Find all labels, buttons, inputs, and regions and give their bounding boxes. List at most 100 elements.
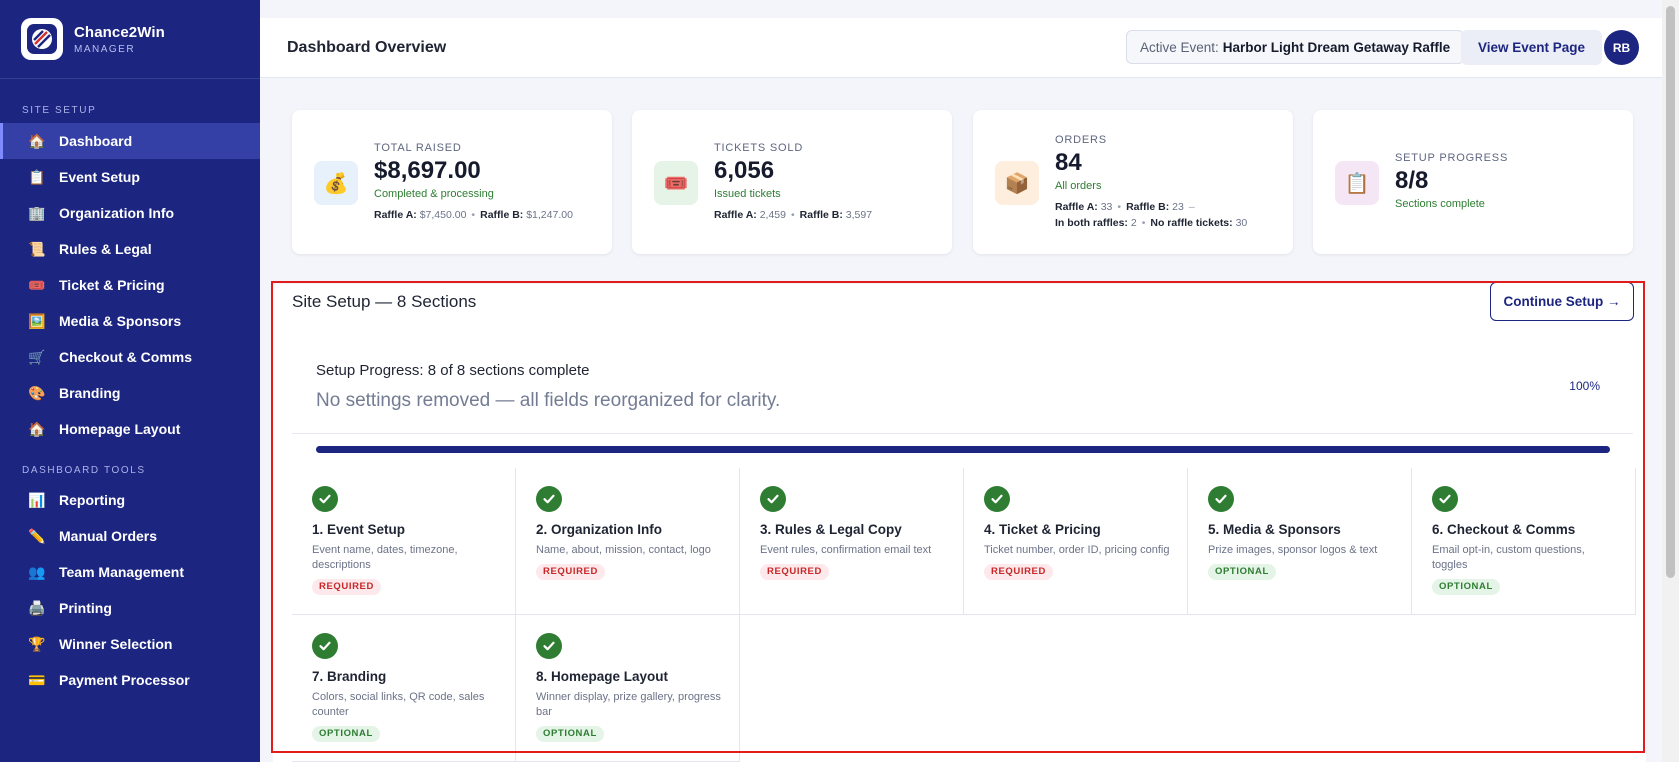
sidebar-item-dashboard[interactable]: 🏠 Dashboard xyxy=(0,123,260,159)
sidebar-item-label: Checkout & Comms xyxy=(59,349,193,365)
clipboard-icon: 📋 xyxy=(28,169,46,185)
brand-logo-icon xyxy=(21,18,63,60)
setup-section-card[interactable]: 4. Ticket & Pricing Ticket number, order … xyxy=(964,468,1188,615)
palette-icon: 🎨 xyxy=(28,385,46,401)
ticket-icon: 🎟️ xyxy=(28,277,46,293)
setup-progress-bar xyxy=(316,446,1610,453)
section-description: Colors, social links, QR code, sales cou… xyxy=(312,690,502,742)
section-desc-text: Prize images, sponsor logos & text xyxy=(1208,544,1378,556)
section-badge: OPTIONAL xyxy=(536,726,604,742)
check-circle-icon xyxy=(312,633,338,659)
section-desc-text: Email opt-in, custom questions, toggles xyxy=(1432,544,1585,571)
sidebar-item-reporting[interactable]: 📊 Reporting xyxy=(0,482,260,518)
section-description: Event rules, confirmation email text REQU… xyxy=(760,543,950,580)
sidebar-item-printing[interactable]: 🖨️ Printing xyxy=(0,590,260,626)
active-event-label: Active Event: xyxy=(1140,39,1219,55)
sidebar-item-team-management[interactable]: 👥 Team Management xyxy=(0,554,260,590)
sidebar-item-label: Rules & Legal xyxy=(59,241,152,257)
site-setup-label: SITE SETUP xyxy=(22,105,97,116)
stat-card-tickets-sold: 🎟️ TICKETS SOLD 6,056 Issued tickets Raf… xyxy=(632,110,952,254)
brand[interactable]: Chance2Win MANAGER xyxy=(0,0,260,79)
check-circle-icon xyxy=(536,486,562,512)
sidebar-item-label: Winner Selection xyxy=(59,636,173,652)
continue-setup-button[interactable]: Continue Setup → xyxy=(1490,282,1634,321)
sidebar-item-label: Manual Orders xyxy=(59,528,158,544)
active-event-indicator: Active Event: Harbor Light Dream Getaway… xyxy=(1126,30,1465,64)
top-bar: Dashboard Overview Active Event: Harbor … xyxy=(260,18,1662,78)
no-raffle-value: 30 xyxy=(1235,217,1248,229)
sidebar-item-label: Payment Processor xyxy=(59,672,190,688)
raffle-a-label: Raffle A: xyxy=(1055,201,1098,213)
setup-section-card[interactable]: 1. Event Setup Event name, dates, timezon… xyxy=(292,468,516,615)
sidebar-item-payment-processor[interactable]: 💳 Payment Processor xyxy=(0,662,260,698)
setup-section-card[interactable]: 3. Rules & Legal Copy Event rules, confir… xyxy=(740,468,964,615)
site-setup-nav: 🏠 Dashboard 📋 Event Setup 🏢 Organization Info… xyxy=(0,123,260,447)
dashboard-tools-label: DASHBOARD TOOLS xyxy=(22,465,146,476)
page-scrollbar[interactable] xyxy=(1662,0,1679,762)
check-circle-icon xyxy=(536,633,562,659)
stat-label: ORDERS xyxy=(1055,134,1107,146)
building-icon: 🏢 xyxy=(28,205,46,221)
setup-section-card[interactable]: 2. Organization Info Name, about, mission… xyxy=(516,468,740,615)
scrollbar-thumb[interactable] xyxy=(1666,6,1675,578)
user-avatar[interactable]: RB xyxy=(1604,30,1639,65)
section-title: 8. Homepage Layout xyxy=(536,669,669,684)
sidebar-item-label: Branding xyxy=(59,385,121,401)
raffle-a-value: 33 xyxy=(1100,201,1113,213)
check-circle-icon xyxy=(312,486,338,512)
sidebar-item-rules-legal[interactable]: 📜 Rules & Legal xyxy=(0,231,260,267)
sidebar-item-homepage-layout[interactable]: 🏠 Homepage Layout xyxy=(0,411,260,447)
section-description: Prize images, sponsor logos & text OPTION… xyxy=(1208,543,1398,580)
sidebar-item-manual-orders[interactable]: ✏️ Manual Orders xyxy=(0,518,260,554)
sidebar-item-branding[interactable]: 🎨 Branding xyxy=(0,375,260,411)
dashboard-tools-nav: 📊 Reporting ✏️ Manual Orders 👥 Team Managemen… xyxy=(0,482,260,698)
stat-value: 8/8 xyxy=(1395,167,1429,194)
setup-section-card[interactable]: 7. Branding Colors, social links, QR code… xyxy=(292,615,516,762)
section-badge: OPTIONAL xyxy=(1432,579,1500,595)
stat-breakdown-extra: In both raffles: 2 • No raffle tickets: 30 xyxy=(1055,217,1248,229)
setup-section-card[interactable]: 5. Media & Sponsors Prize images, sponsor… xyxy=(1188,468,1412,615)
stat-sub: Sections complete xyxy=(1395,198,1485,210)
brand-subtitle: MANAGER xyxy=(74,43,136,55)
raffle-a-value: $7,450.00 xyxy=(419,209,467,221)
both-raffles-value: 2 xyxy=(1130,217,1137,229)
sidebar-item-label: Dashboard xyxy=(59,133,133,149)
brand-name: Chance2Win xyxy=(74,23,165,41)
setup-section-card[interactable]: 8. Homepage Layout Winner display, prize … xyxy=(516,615,740,762)
sidebar-item-checkout-comms[interactable]: 🛒 Checkout & Comms xyxy=(0,339,260,375)
sidebar-item-event-setup[interactable]: 📋 Event Setup xyxy=(0,159,260,195)
setup-progress-summary: Setup Progress: 8 of 8 sections complete… xyxy=(292,340,1633,434)
stat-breakdown: Raffle A: 2,459 • Raffle B: 3,597 xyxy=(714,209,873,221)
section-desc-text: Name, about, mission, contact, logo xyxy=(536,544,711,556)
no-raffle-label: No raffle tickets: xyxy=(1150,217,1233,229)
section-description: Email opt-in, custom questions, toggles O… xyxy=(1432,543,1622,595)
sidebar-item-ticket-pricing[interactable]: 🎟️ Ticket & Pricing xyxy=(0,267,260,303)
section-title: 6. Checkout & Comms xyxy=(1432,522,1576,537)
section-description: Ticket number, order ID, pricing config R… xyxy=(984,543,1174,580)
package-icon: 📦 xyxy=(995,161,1039,205)
stat-value: 6,056 xyxy=(714,157,775,184)
check-circle-icon xyxy=(984,486,1010,512)
stat-card-setup-progress: 📋 SETUP PROGRESS 8/8 Sections complete xyxy=(1313,110,1633,254)
page-title: Dashboard Overview xyxy=(287,38,447,56)
stat-card-orders: 📦 ORDERS 84 All orders Raffle A: 33 • Raff… xyxy=(973,110,1293,254)
section-title: 1. Event Setup xyxy=(312,522,406,537)
setup-progress-note: No settings removed — all fields reorgan… xyxy=(316,390,781,411)
raffle-b-value: 3,597 xyxy=(845,209,873,221)
section-badge: OPTIONAL xyxy=(312,726,380,742)
sidebar-item-winner-selection[interactable]: 🏆 Winner Selection xyxy=(0,626,260,662)
setup-progress-title: Setup Progress: 8 of 8 sections complete xyxy=(316,362,590,379)
sidebar-item-organization-info[interactable]: 🏢 Organization Info xyxy=(0,195,260,231)
sidebar-item-label: Event Setup xyxy=(59,169,140,185)
view-event-page-button[interactable]: View Event Page xyxy=(1461,30,1603,65)
stat-sub: All orders xyxy=(1055,180,1102,192)
stat-label: SETUP PROGRESS xyxy=(1395,152,1509,164)
raffle-b-value: $1,247.00 xyxy=(526,209,573,221)
sidebar-item-media-sponsors[interactable]: 🖼️ Media & Sponsors xyxy=(0,303,260,339)
section-badge: REQUIRED xyxy=(312,579,381,595)
section-badge: REQUIRED xyxy=(760,564,829,580)
sidebar-item-label: Media & Sponsors xyxy=(59,313,182,329)
section-desc-text: Ticket number, order ID, pricing config xyxy=(984,544,1170,556)
house-icon: 🏠 xyxy=(28,421,46,437)
setup-section-card[interactable]: 6. Checkout & Comms Email opt-in, custom … xyxy=(1412,468,1636,615)
